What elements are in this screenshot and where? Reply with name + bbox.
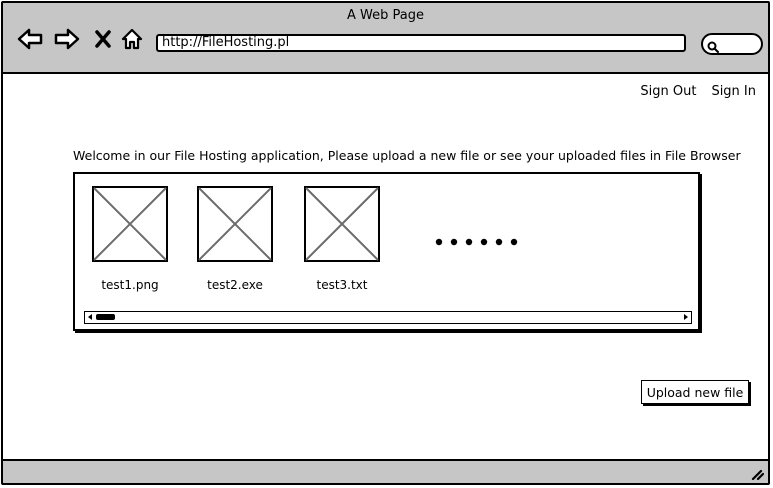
file-name: test3.txt (316, 278, 368, 292)
forward-button[interactable] (54, 26, 80, 52)
triangle-right-icon (684, 314, 688, 320)
welcome-message: Welcome in our File Hosting application,… (73, 148, 741, 163)
search-field[interactable] (701, 33, 763, 55)
triangle-left-icon (88, 314, 92, 320)
resize-grip-icon[interactable] (750, 466, 764, 480)
scroll-left-button[interactable] (85, 312, 95, 322)
upload-new-file-button[interactable]: Upload new file (641, 380, 749, 404)
sign-out-link[interactable]: Sign Out (640, 84, 696, 99)
image-placeholder-icon (92, 186, 168, 262)
file-item[interactable]: test3.txt (292, 186, 392, 296)
file-item[interactable]: test2.exe (185, 186, 285, 296)
status-bar (3, 459, 768, 483)
browser-window: A Web Page http://FileHosting.pl Sign Ou… (1, 1, 770, 485)
close-icon (95, 30, 111, 48)
horizontal-scrollbar[interactable] (84, 311, 692, 324)
file-item[interactable]: test1.png (80, 186, 180, 296)
file-name: test2.exe (207, 278, 263, 292)
home-icon (121, 28, 143, 50)
auth-links: Sign Out Sign In (640, 84, 756, 99)
sign-in-link[interactable]: Sign In (711, 84, 756, 99)
arrow-left-icon (17, 28, 43, 50)
file-name: test1.png (101, 278, 159, 292)
home-button[interactable] (119, 26, 145, 52)
browser-chrome: A Web Page http://FileHosting.pl (3, 3, 768, 74)
search-icon (707, 38, 719, 53)
file-browser-panel: test1.png test2.exe test3.txt (73, 172, 700, 331)
arrow-right-icon (54, 28, 80, 50)
image-placeholder-icon (304, 186, 380, 262)
image-placeholder-icon (197, 186, 273, 262)
stop-button[interactable] (90, 26, 116, 52)
url-bar[interactable]: http://FileHosting.pl (156, 34, 686, 52)
more-items-icon (435, 238, 518, 246)
window-title: A Web Page (347, 8, 424, 23)
scroll-right-button[interactable] (681, 312, 691, 322)
scrollbar-thumb[interactable] (96, 314, 115, 320)
back-button[interactable] (17, 26, 43, 52)
